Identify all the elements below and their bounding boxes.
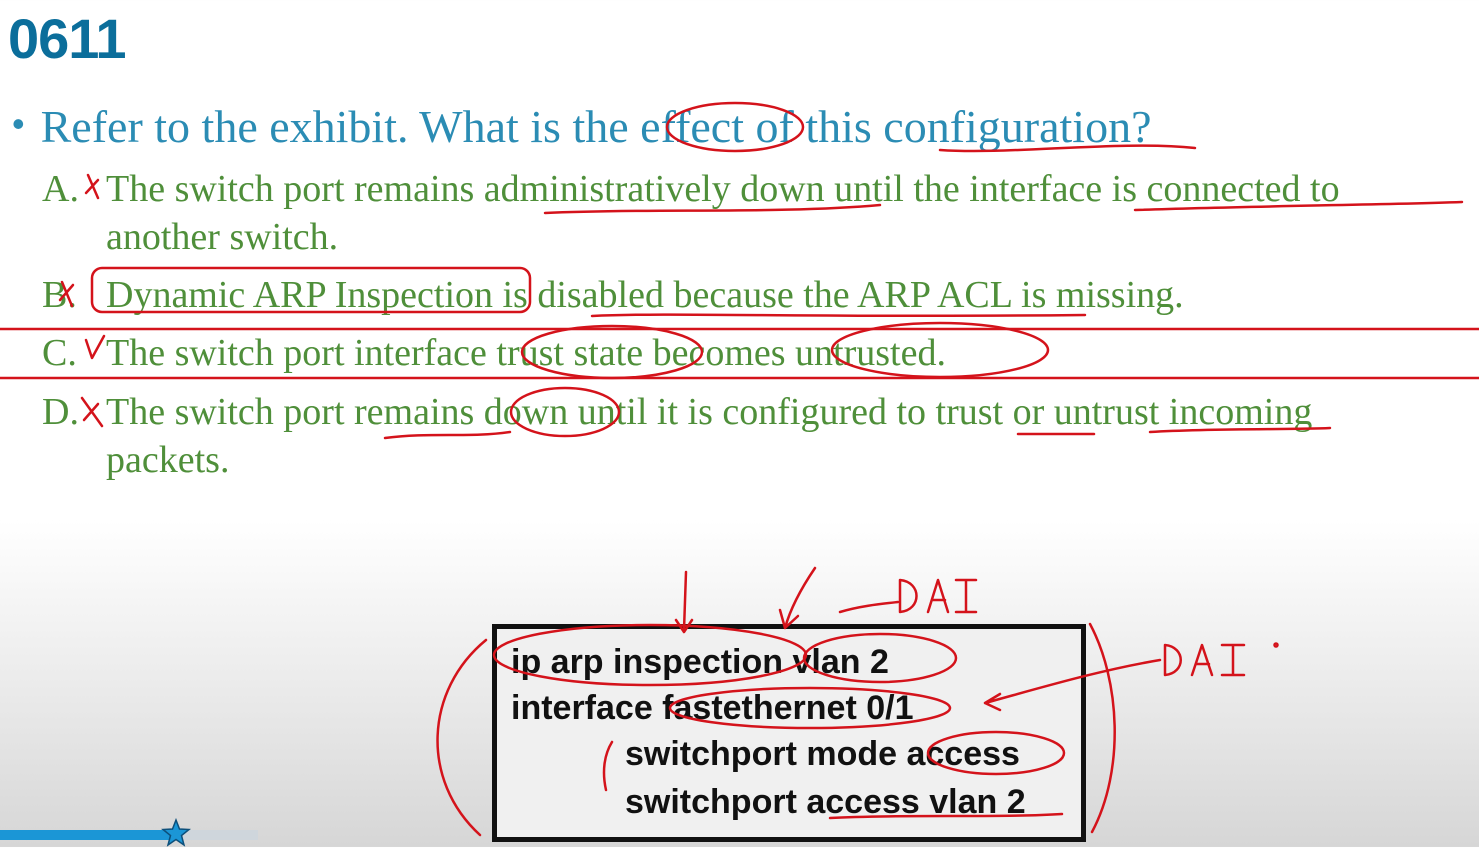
question-bullet: • [12, 103, 25, 144]
arrow-annotation [838, 600, 900, 614]
bracket-annotation [436, 638, 488, 837]
option-letter: A. [42, 168, 79, 210]
option-text: The switch port interface trust state be… [106, 332, 946, 374]
arrow-annotation [674, 570, 694, 634]
config-line: interface fastethernet 0/1 [511, 689, 914, 727]
config-line: ip arp inspection vlan 2 [511, 643, 889, 681]
question-text: Refer to the exhibit. What is the effect… [40, 101, 1152, 152]
option-d: D. The switch port remains down until it … [42, 388, 1313, 481]
arrow-annotation [778, 566, 817, 630]
config-line: switchport mode access [625, 735, 1020, 773]
question: • Refer to the exhibit. What is the effec… [12, 100, 1152, 153]
dot-annotation [1273, 642, 1279, 648]
option-a: A. The switch port remains administrative… [42, 165, 1340, 258]
option-text: The switch port remains administratively… [106, 168, 1340, 210]
option-c: C. The switch port interface trust state … [42, 329, 946, 377]
star-icon[interactable] [161, 818, 191, 848]
slide-title: 0611 [8, 7, 126, 70]
exhibit-config-box: ip arp inspection vlan 2 interface faste… [492, 624, 1086, 842]
dai-label-1 [898, 578, 978, 614]
option-text: Dynamic ARP Inspection is disabled becau… [106, 274, 1184, 316]
option-text-continuation: packets. [106, 439, 230, 481]
option-letter: B. [42, 274, 77, 316]
option-letter: D. [42, 391, 79, 433]
option-b: B. Dynamic ARP Inspection is disabled bec… [42, 271, 1184, 319]
video-progress-fill [0, 830, 175, 840]
option-text: The switch port remains down until it is… [106, 391, 1313, 433]
option-letter: C. [42, 332, 77, 374]
dai-label-2 [1163, 643, 1246, 677]
config-line: switchport access vlan 2 [625, 783, 1026, 821]
bracket-annotation [1088, 622, 1116, 834]
option-text-continuation: another switch. [106, 216, 339, 258]
